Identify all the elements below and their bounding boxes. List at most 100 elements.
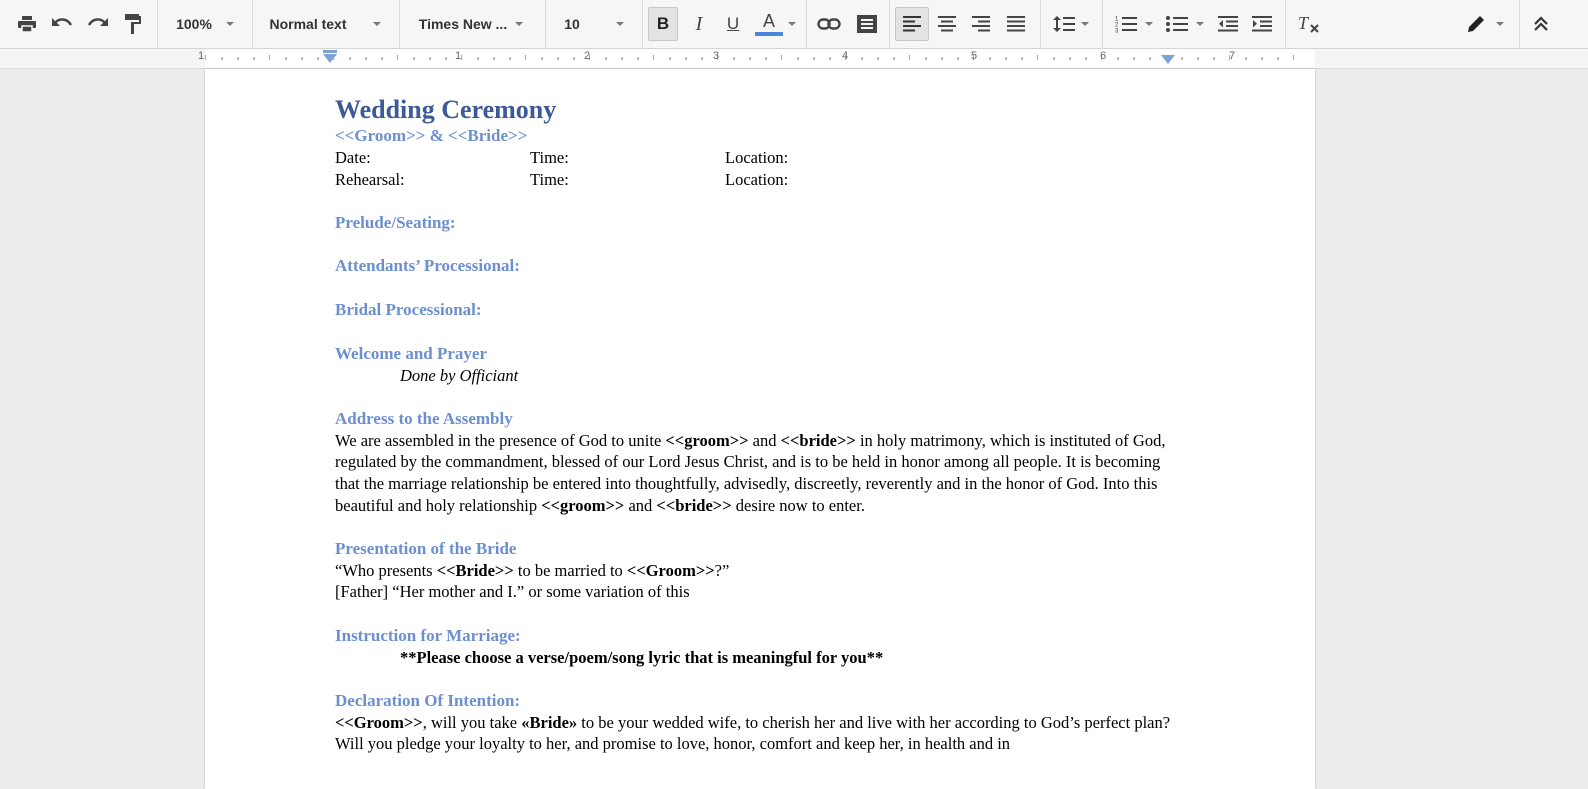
decrease-indent-icon[interactable] (1214, 0, 1242, 48)
instruction-note: **Please choose a verse/poem/song lyric … (400, 647, 884, 667)
first-line-indent-marker[interactable] (323, 50, 337, 53)
numbered-list-icon: 123 (1115, 17, 1137, 34)
info-row: Rehearsal: Time: Location: (335, 169, 1175, 191)
chevron-down-icon (1145, 22, 1153, 26)
ruler-tick (781, 55, 782, 60)
ruler[interactable]: 1 1 2 3 4 5 6 7 (0, 49, 1588, 69)
ruler-tick (701, 57, 703, 60)
ruler-number: 1 (197, 50, 205, 62)
ruler-tick (637, 57, 639, 60)
ruler-tick (733, 57, 735, 60)
chevron-down-icon (372, 22, 381, 26)
ruler-number: 5 (970, 50, 978, 62)
ruler-tick (1213, 57, 1215, 60)
print-icon[interactable] (14, 0, 40, 48)
section-heading: Prelude/Seating: (335, 212, 456, 232)
toolbar-divider (642, 0, 643, 48)
right-indent-marker[interactable] (1161, 55, 1175, 64)
ruler-tick (541, 57, 543, 60)
font-value: Times New ... (418, 16, 508, 32)
ruler-tick (749, 57, 751, 60)
document-page[interactable]: Wedding Ceremony <<Groom>> & <<Bride>> D… (205, 69, 1315, 789)
ruler-tick (1245, 57, 1247, 60)
svg-text:3: 3 (1115, 29, 1119, 34)
presentation-question: “Who presents <<Bride>> to be married to… (335, 560, 730, 580)
ruler-tick (269, 55, 270, 60)
ruler-tick (909, 55, 910, 60)
chevron-down-icon (225, 22, 234, 26)
redo-icon[interactable] (84, 0, 112, 48)
toolbar-divider (252, 0, 253, 48)
info-cell: Location: (725, 148, 789, 167)
toolbar-divider (157, 0, 158, 48)
ruler-tick (397, 55, 398, 60)
align-right-icon[interactable] (966, 0, 996, 48)
info-cell: Date: (335, 148, 371, 167)
font-size-select[interactable]: 10 (553, 0, 635, 48)
ruler-tick (477, 57, 479, 60)
info-cell: Time: (530, 148, 569, 167)
section-heading: Presentation of the Bride (335, 538, 517, 558)
undo-icon[interactable] (48, 0, 76, 48)
toolbar-divider (1040, 0, 1041, 48)
ruler-tick (877, 57, 879, 60)
ruler-tick (349, 57, 351, 60)
ruler-tick (1277, 57, 1279, 60)
info-row: Date: Time: Location: (335, 147, 1175, 169)
ruler-tick (1293, 55, 1294, 60)
collapse-menu-icon[interactable] (1526, 0, 1556, 48)
doc-subtitle: <<Groom>> & <<Bride>> (335, 126, 528, 145)
ruler-tick (941, 57, 943, 60)
font-select[interactable]: Times New ... (406, 0, 536, 48)
justify-icon[interactable] (1001, 0, 1031, 48)
ruler-number: 3 (712, 50, 720, 62)
link-icon[interactable] (814, 0, 844, 48)
ruler-tick (685, 57, 687, 60)
editing-mode-button[interactable] (1462, 0, 1508, 48)
underline-button[interactable]: U (720, 0, 746, 48)
presentation-answer: [Father] “Her mother and I.” or some var… (335, 582, 690, 602)
ruler-tick (653, 55, 654, 60)
svg-text:T: T (1298, 14, 1310, 33)
bulleted-list-icon (1166, 16, 1188, 32)
ruler-tick (669, 57, 671, 60)
toolbar: 100% Normal text Times New ... 10 B I U … (0, 0, 1588, 49)
left-indent-marker[interactable] (323, 54, 337, 63)
ruler-tick (605, 57, 607, 60)
line-spacing-button[interactable] (1048, 0, 1094, 48)
ruler-tick (1133, 57, 1135, 60)
pencil-icon (1468, 16, 1484, 32)
bulleted-list-button[interactable] (1160, 0, 1210, 48)
chevron-down-icon (615, 22, 624, 26)
ruler-tick (765, 57, 767, 60)
ruler-tick (1261, 57, 1263, 60)
align-center-icon[interactable] (932, 0, 962, 48)
text-color-dropdown[interactable] (786, 0, 798, 48)
increase-indent-icon[interactable] (1248, 0, 1276, 48)
ruler-tick (797, 57, 799, 60)
doc-title: Wedding Ceremony (335, 95, 557, 124)
clear-formatting-icon[interactable]: T (1294, 0, 1324, 48)
info-cell: Time: (530, 169, 569, 189)
comment-icon[interactable] (852, 0, 882, 48)
address-paragraph: We are assembled in the presence of God … (335, 430, 1166, 515)
document-body[interactable]: Wedding Ceremony <<Groom>> & <<Bride>> D… (335, 95, 1175, 755)
ruler-tick (525, 55, 526, 60)
ruler-tick (237, 57, 239, 60)
align-left-button[interactable] (895, 7, 929, 41)
toolbar-divider (399, 0, 400, 48)
toolbar-divider (806, 0, 807, 48)
text-color-button[interactable]: A (752, 0, 786, 48)
chevron-down-icon (515, 22, 524, 26)
paint-format-icon[interactable] (120, 0, 146, 48)
section-heading: Address to the Assembly (335, 408, 513, 428)
italic-button[interactable]: I (686, 0, 712, 48)
numbered-list-button[interactable]: 123 (1110, 0, 1158, 48)
style-select[interactable]: Normal text (260, 0, 390, 48)
ruler-tick (445, 57, 447, 60)
zoom-select[interactable]: 100% (165, 0, 245, 48)
bold-button[interactable]: B (648, 7, 678, 41)
ruler-tick (1149, 57, 1151, 60)
declaration-paragraph: <<Groom>>, will you take «Bride» to be y… (335, 712, 1171, 754)
ruler-tick (1053, 57, 1055, 60)
